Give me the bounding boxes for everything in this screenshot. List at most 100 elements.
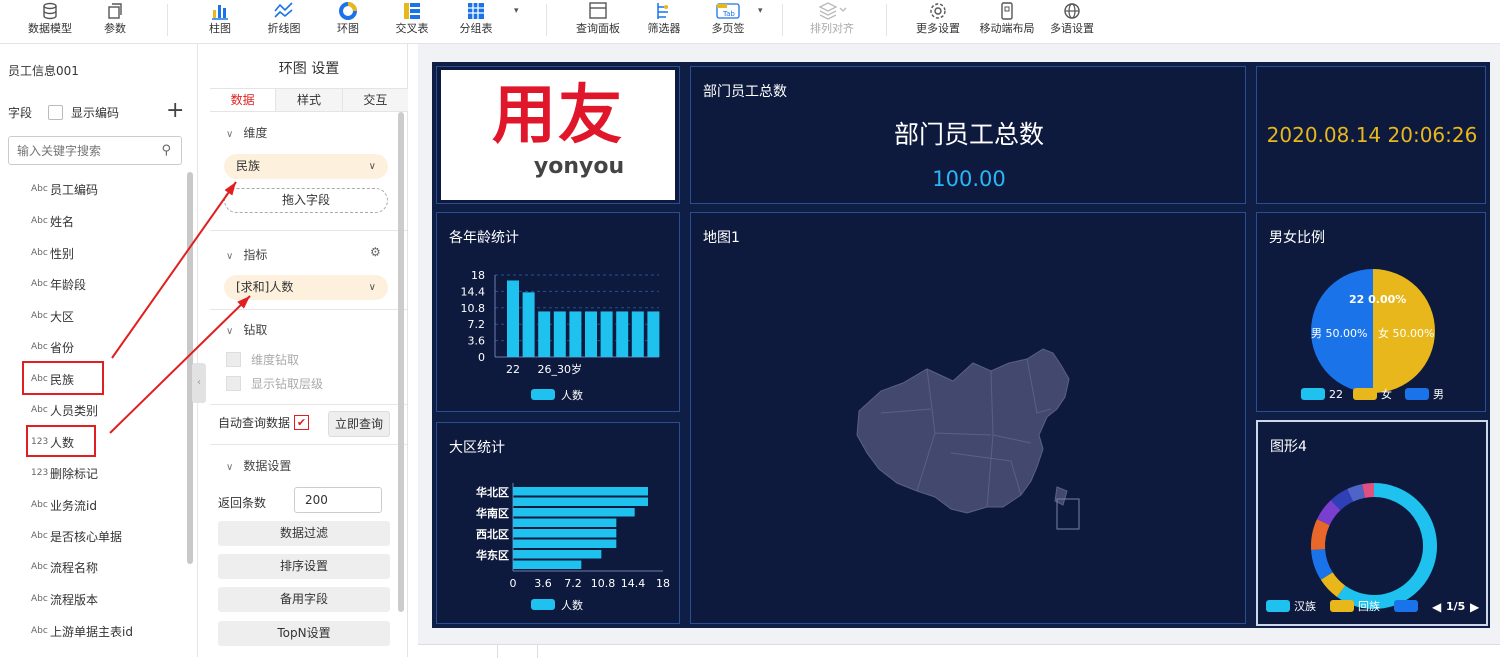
line-chart-icon: [254, 0, 314, 22]
sheet-tab[interactable]: [498, 645, 538, 658]
toolbar-query-panel-button[interactable]: 查询面板: [568, 0, 628, 36]
shape4-card[interactable]: 图形4 汉族 回族 ◀ 1/5 ▶: [1256, 420, 1488, 626]
chevron-down-icon[interactable]: ▾: [758, 6, 763, 16]
field-item[interactable]: Abc 大区: [31, 307, 74, 325]
show-code-checkbox[interactable]: [48, 105, 64, 120]
toolbar-divider: [167, 4, 168, 36]
age-chart-card[interactable]: 各年龄统计 18 14.4 10.8 7.2 3.6 0 22 26_30岁 人数: [436, 212, 680, 412]
y-tick-label: 华东区: [476, 548, 509, 562]
sheet-tab[interactable]: [418, 645, 498, 658]
show-drill-level-checkbox[interactable]: 显示钻取层级: [226, 375, 323, 392]
field-item[interactable]: Abc 性别: [31, 244, 74, 262]
metric-section[interactable]: ∨ 指标: [226, 246, 267, 263]
field-item[interactable]: Abc 年龄段: [31, 275, 86, 293]
dimension-section[interactable]: ∨ 维度: [226, 124, 267, 141]
field-item[interactable]: Abc 员工编码: [31, 180, 98, 198]
toolbar-group-table-button[interactable]: 分组表: [446, 0, 506, 36]
toolbar-label: 环图: [337, 22, 359, 35]
field-item[interactable]: Abc 流程版本: [31, 590, 98, 608]
toolbar-label: 分组表: [459, 22, 493, 35]
toolbar-param-button[interactable]: 参数: [85, 0, 145, 36]
toolbar-filter-button[interactable]: 筛选器: [634, 0, 694, 36]
toolbar-more-settings-button[interactable]: 更多设置: [908, 0, 968, 36]
tab-style[interactable]: 样式: [276, 89, 343, 111]
donut-slice: [1347, 484, 1366, 502]
return-rows-input[interactable]: 200: [294, 487, 382, 513]
toolbar-line-chart-button[interactable]: 折线图: [254, 0, 314, 36]
topn-settings-button[interactable]: TopN设置: [218, 621, 390, 646]
dataset-name[interactable]: 员工信息001: [8, 62, 79, 79]
toolbar-tab-button[interactable]: Tab 多页签: [698, 0, 758, 36]
bar: [616, 311, 629, 357]
kpi-card[interactable]: 部门员工总数 部门员工总数 100.00: [690, 66, 1246, 204]
collapse-panel-handle[interactable]: ‹: [192, 363, 206, 403]
toolbar-label: 更多设置: [916, 22, 960, 35]
group-table-icon: [446, 0, 506, 22]
chevron-down-icon[interactable]: ∨: [369, 154, 376, 179]
field-item[interactable]: 123 删除标记: [31, 464, 98, 482]
toolbar-mobile-layout-button[interactable]: 移动端布局: [974, 0, 1040, 36]
legend-label: 回族: [1358, 599, 1380, 613]
gender-pie-chart: 22 0.00% 男 50.00% 女 50.00% 22 女 男: [1301, 269, 1444, 401]
gear-icon[interactable]: ⚙: [370, 245, 381, 259]
settings-scrollbar[interactable]: [398, 112, 404, 612]
dimension-drill-label: 维度钻取: [251, 353, 300, 367]
kpi-heading: 部门员工总数: [893, 120, 1044, 149]
toolbar-language-button[interactable]: 多语设置: [1042, 0, 1102, 36]
drill-section[interactable]: ∨ 钻取: [226, 321, 267, 338]
donut-slice: [1336, 483, 1437, 609]
highlight-box: [22, 361, 104, 395]
region-chart-card[interactable]: 大区统计 0 3.6 7.2 10.8 14.4 18 华北区 华南区 西北区 华东区 人数: [436, 422, 680, 624]
toolbar-bar-chart-button[interactable]: 柱图: [190, 0, 250, 36]
search-icon[interactable]: ⚲: [161, 143, 171, 158]
bar: [631, 311, 644, 357]
x-tick-label: 14.4: [621, 577, 646, 590]
query-now-button[interactable]: 立即查询: [328, 411, 390, 437]
tab-data[interactable]: 数据: [210, 89, 277, 111]
chevron-down-icon[interactable]: ▾: [514, 6, 519, 16]
map-card[interactable]: 地图1: [690, 212, 1246, 624]
field-search-box[interactable]: ⚲: [8, 136, 182, 165]
toolbar-cross-table-button[interactable]: 交叉表: [382, 0, 442, 36]
legend-pager: 1/5: [1446, 600, 1465, 613]
field-item[interactable]: Abc 省份: [31, 338, 74, 356]
field-name: 删除标记: [50, 466, 99, 481]
field-item[interactable]: Abc 是否核心单据: [31, 527, 122, 545]
field-type-badge: Abc: [31, 184, 48, 194]
fields-label: 字段: [8, 106, 33, 120]
metric-field-pill[interactable]: [求和]人数 ∨: [224, 275, 388, 300]
add-field-icon[interactable]: +: [166, 98, 184, 123]
auto-query-row: 自动查询数据 ✔: [218, 414, 310, 431]
legend-label: 22: [1329, 388, 1343, 401]
dimension-field-pill[interactable]: 民族 ∨: [224, 154, 388, 179]
sort-settings-button[interactable]: 排序设置: [218, 554, 390, 579]
data-filter-button[interactable]: 数据过滤: [218, 521, 390, 546]
y-tick-label: 华北区: [476, 485, 509, 499]
auto-query-checkbox[interactable]: ✔: [294, 415, 310, 430]
toolbar-data-model-button[interactable]: 数据模型: [20, 0, 80, 36]
field-item[interactable]: Abc 上游单据主表id: [31, 622, 133, 640]
database-icon: [20, 0, 80, 22]
field-item[interactable]: Abc 人员类别: [31, 401, 98, 419]
drop-field-zone[interactable]: 拖入字段: [224, 188, 388, 213]
field-item[interactable]: Abc 业务流id: [31, 496, 97, 514]
field-item[interactable]: Abc 姓名: [31, 212, 74, 230]
region-bar-chart: 0 3.6 7.2 10.8 14.4 18 华北区华南区西北区华东区人数: [476, 483, 670, 612]
data-settings-section[interactable]: ∨ 数据设置: [226, 457, 291, 474]
field-item[interactable]: Abc 流程名称: [31, 558, 98, 576]
donut-slice: [1311, 519, 1330, 550]
next-page-icon: ▶: [1470, 600, 1480, 614]
field-search-input[interactable]: [17, 144, 147, 158]
logo-card[interactable]: 用友 yonyou: [436, 66, 680, 204]
datetime-card[interactable]: 2020.08.14 20:06:26: [1256, 66, 1486, 204]
chevron-down-icon[interactable]: ∨: [369, 275, 376, 300]
dimension-drill-checkbox[interactable]: 维度钻取: [226, 351, 299, 368]
drill-label: 钻取: [243, 323, 268, 337]
legend-swatch: [1301, 388, 1325, 400]
gender-chart-card[interactable]: 男女比例 22 0.00% 男 50.00% 女 50.00% 22 女男: [1256, 212, 1486, 412]
backup-fields-button[interactable]: 备用字段: [218, 587, 390, 612]
show-drill-level-label: 显示钻取层级: [251, 377, 324, 391]
toolbar-align-button[interactable]: 排列对齐: [802, 0, 862, 36]
tab-interaction[interactable]: 交互: [343, 89, 408, 111]
toolbar-ring-chart-button[interactable]: 环图: [318, 0, 378, 36]
